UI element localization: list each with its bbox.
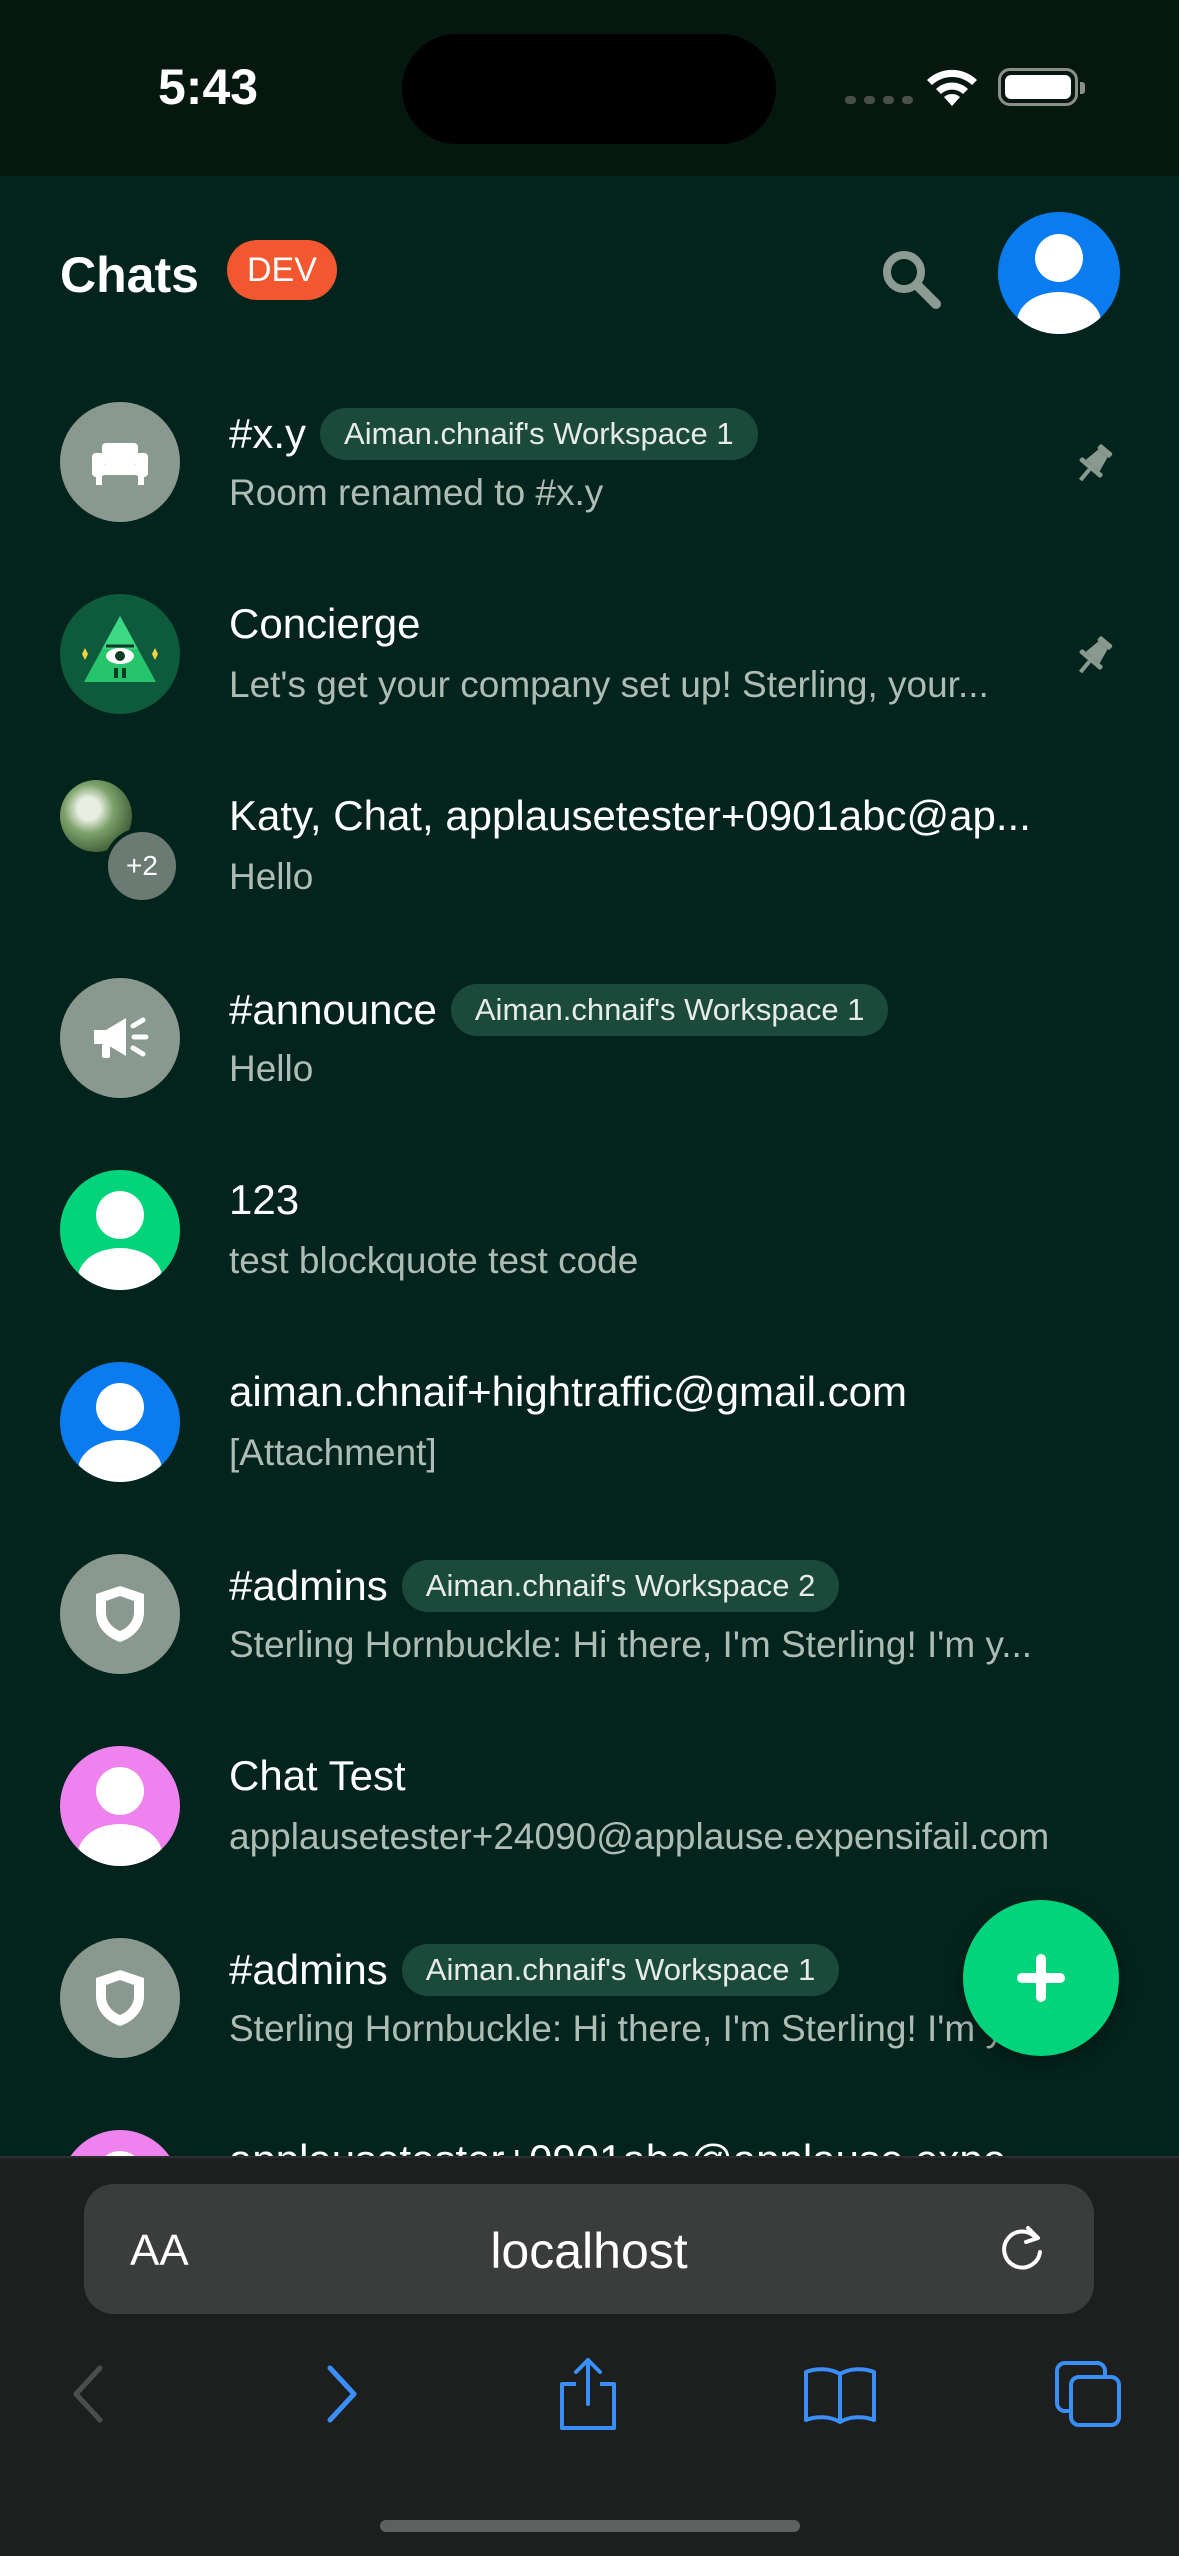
user-icon: [78, 1767, 162, 1866]
dynamic-island: [402, 34, 776, 144]
workspace-badge: Aiman.chnaif's Workspace 1: [320, 408, 758, 460]
chat-title-row: applausetester+0901abc@applause.expe: [229, 2136, 1006, 2156]
chat-row-hightraffic[interactable]: aiman.chnaif+hightraffic@gmail.com [Atta…: [0, 1326, 1179, 1518]
extra-members-count: +2: [104, 828, 180, 904]
status-time: 5:43: [158, 59, 259, 115]
user-icon: [1017, 234, 1101, 334]
browser-toolbar: AA localhost: [0, 2156, 1179, 2556]
chat-name: applausetester+0901abc@applause.expe: [229, 2136, 1006, 2156]
cellular-signal-icon: [845, 96, 913, 104]
chats-header: Chats DEV: [0, 176, 1179, 366]
chat-row-chat-test[interactable]: Chat Test applausetester+24090@applause.…: [0, 1710, 1179, 1902]
chat-name: Concierge: [229, 600, 421, 647]
chat-preview: Sterling Hornbuckle: Hi there, I'm Sterl…: [229, 1624, 1033, 1665]
tabs-icon: [1055, 2361, 1121, 2427]
chat-title-row: #announce Aiman.chnaif's Workspace 1: [229, 984, 889, 1036]
bookmarks-button[interactable]: [800, 2354, 880, 2434]
dev-environment-badge: DEV: [227, 240, 337, 300]
chat-title-row: Concierge: [229, 600, 420, 648]
chat-title-row: 123: [229, 1176, 299, 1224]
chat-name: #admins: [229, 1946, 388, 1993]
workspace-badge: Aiman.chnaif's Workspace 1: [401, 1944, 840, 1996]
chat-name: #announce: [229, 986, 437, 1033]
chat-preview: Hello: [229, 1048, 314, 1089]
chevron-right-icon: [327, 2365, 357, 2423]
search-icon: [883, 251, 941, 309]
battery-icon: [998, 68, 1085, 106]
workspace-badge: Aiman.chnaif's Workspace 1: [450, 984, 889, 1036]
room-avatar: [60, 1554, 180, 1674]
chat-title-row: #admins Aiman.chnaif's Workspace 2: [229, 1560, 840, 1612]
chevron-left-icon: [73, 2365, 103, 2423]
url-text[interactable]: localhost: [84, 2222, 1094, 2280]
concierge-avatar: [60, 594, 180, 714]
user-avatar: [60, 1746, 180, 1866]
address-bar[interactable]: AA localhost: [84, 2184, 1094, 2314]
status-bar: 5:43: [0, 0, 1179, 176]
chat-row-x-y[interactable]: #x.y Aiman.chnaif's Workspace 1 Room ren…: [0, 366, 1179, 558]
concierge-logo: [82, 616, 158, 682]
chat-row-partial[interactable]: applausetester+0901abc@applause.expe: [0, 2094, 1179, 2156]
user-icon: [105, 2151, 135, 2156]
pin-icon: [1078, 636, 1113, 674]
chat-preview: Room renamed to #x.y: [229, 472, 604, 513]
chat-title-row: Katy, Chat, applausetester+0901abc@ap...: [229, 792, 1031, 840]
chat-row-123[interactable]: 123 test blockquote test code: [0, 1134, 1179, 1326]
book-icon: [804, 2367, 876, 2424]
chat-name: aiman.chnaif+hightraffic@gmail.com: [229, 1368, 908, 1415]
reload-icon[interactable]: [996, 2222, 1048, 2274]
chat-row-concierge[interactable]: Concierge Let's get your company set up!…: [0, 558, 1179, 750]
page-title: Chats: [60, 247, 199, 303]
pin-icon: [1078, 444, 1113, 482]
share-icon: [560, 2358, 616, 2430]
room-avatar: [60, 402, 180, 522]
chat-preview: [Attachment]: [229, 1432, 437, 1473]
profile-avatar-button[interactable]: [998, 212, 1120, 334]
chat-name: 123: [229, 1176, 300, 1223]
user-avatar: [60, 2130, 180, 2156]
new-chat-button[interactable]: [963, 1900, 1119, 2056]
search-button[interactable]: [876, 244, 946, 314]
sofa-icon: [92, 443, 148, 485]
forward-button[interactable]: [302, 2354, 382, 2434]
room-avatar: [60, 978, 180, 1098]
chat-title-row: #x.y Aiman.chnaif's Workspace 1: [229, 408, 758, 460]
chat-name: Katy, Chat, applausetester+0901abc@ap...: [229, 792, 1031, 839]
chat-title-row: aiman.chnaif+hightraffic@gmail.com: [229, 1368, 907, 1416]
chat-list[interactable]: #x.y Aiman.chnaif's Workspace 1 Room ren…: [0, 366, 1179, 2156]
chat-preview: applausetester+24090@applause.expensifai…: [229, 1816, 1050, 1857]
chat-name: Chat Test: [229, 1752, 406, 1799]
chat-name: #x.y: [229, 410, 307, 457]
user-avatar: [60, 1362, 180, 1482]
chat-title-row: #admins Aiman.chnaif's Workspace 1: [229, 1944, 840, 1996]
chat-preview: test blockquote test code: [229, 1240, 639, 1281]
chat-row-group[interactable]: +2 Katy, Chat, applausetester+0901abc@ap…: [0, 750, 1179, 942]
user-icon: [78, 1383, 162, 1482]
chat-row-announce[interactable]: #announce Aiman.chnaif's Workspace 1 Hel…: [0, 942, 1179, 1134]
chat-name: #admins: [229, 1562, 388, 1609]
megaphone-icon: [94, 1017, 149, 1058]
user-avatar: [60, 1170, 180, 1290]
chat-row-admins-ws2[interactable]: #admins Aiman.chnaif's Workspace 2 Sterl…: [0, 1518, 1179, 1710]
user-icon: [78, 1191, 162, 1290]
chat-preview: Let's get your company set up! Sterling,…: [229, 664, 989, 705]
share-button[interactable]: [548, 2354, 628, 2434]
shield-icon: [96, 1586, 144, 1642]
plus-icon: [1017, 1954, 1065, 2002]
tabs-button[interactable]: [1048, 2354, 1128, 2434]
chat-preview: Hello: [229, 856, 314, 897]
room-avatar: [60, 1938, 180, 2058]
shield-icon: [96, 1970, 144, 2026]
back-button[interactable]: [48, 2354, 128, 2434]
workspace-badge: Aiman.chnaif's Workspace 2: [401, 1560, 840, 1612]
chat-preview: Sterling Hornbuckle: Hi there, I'm Sterl…: [229, 2008, 1033, 2049]
wifi-icon: [927, 69, 977, 106]
chat-title-row: Chat Test: [229, 1752, 406, 1800]
home-indicator: [380, 2520, 800, 2532]
